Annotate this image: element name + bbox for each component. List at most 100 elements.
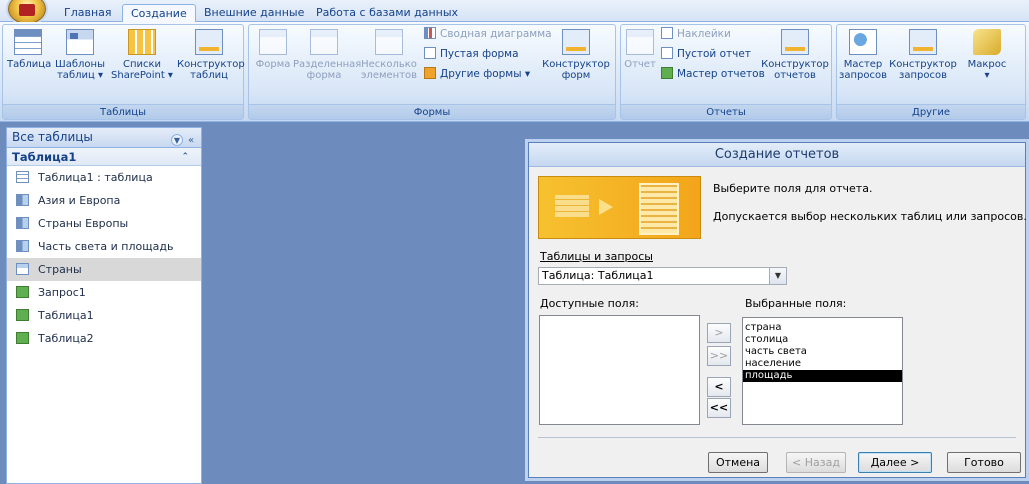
blank-report-icon (661, 47, 673, 59)
group-reports: Отчет Наклейки Пустой отчет Мастер отчет… (620, 24, 832, 120)
selected-fields-list[interactable]: страна столица часть света население пло… (742, 317, 903, 425)
nav-item-asia-europe[interactable]: Азия и Европа (7, 189, 201, 212)
list-item-selected[interactable]: площадь (743, 370, 902, 382)
report-button[interactable]: Отчет (623, 29, 657, 70)
templates-icon (66, 29, 94, 55)
tables-queries-select[interactable]: Таблица: Таблица1 ▼ (538, 267, 787, 285)
multiple-items-button[interactable]: Несколько элементов (357, 29, 421, 81)
list-item[interactable]: столица (743, 334, 902, 346)
table-templates-label-2: таблиц ▾ (56, 70, 103, 81)
wizard-banner-image (538, 176, 701, 239)
nav-item-european-countries[interactable]: Страны Европы (7, 212, 201, 235)
form-design-button[interactable]: Конструктор форм (541, 29, 611, 81)
multiple-items-label: Несколько (361, 59, 417, 70)
split-form-label: Разделенная (293, 59, 362, 70)
nav-item-countries[interactable]: Страны (7, 258, 201, 281)
pivot-chart-icon (424, 27, 436, 39)
blank-form-label: Пустая форма (440, 48, 519, 60)
nav-item-query1[interactable]: Запрос1 (7, 281, 201, 304)
blank-report-button[interactable]: Пустой отчет (661, 45, 751, 63)
blank-form-button[interactable]: Пустая форма (424, 45, 519, 63)
nav-collapse-icon[interactable]: « (185, 135, 197, 147)
nav-item-continent-area[interactable]: Часть света и площадь (7, 235, 201, 258)
form-button[interactable]: Форма (255, 29, 291, 70)
navigation-pane: Все таблицы ▼ « Таблица1 ⌃ Таблица1 : таб… (6, 127, 202, 484)
ribbon-tab-bar: Главная Создание Внешние данные Работа с… (0, 0, 1029, 24)
form-design-label: Конструктор (542, 59, 610, 70)
next-button[interactable]: Далее > (858, 452, 932, 473)
split-form-label-2: форма (306, 70, 342, 81)
labels-label: Наклейки (677, 28, 731, 40)
instruction-text: Выберите поля для отчета. (713, 182, 873, 195)
tab-create[interactable]: Создание (122, 4, 196, 23)
remove-all-fields-button[interactable]: << (707, 398, 731, 418)
form-button-label: Форма (255, 59, 291, 70)
nav-item-label: Таблица1 : таблица (38, 171, 153, 184)
macro-label: Макрос (967, 59, 1007, 70)
office-button[interactable] (8, 0, 46, 24)
sharepoint-lists-button[interactable]: Списки SharePoint ▾ (111, 29, 173, 81)
sharepoint-lists-label-2: SharePoint ▾ (111, 70, 173, 81)
query-design-button[interactable]: Конструктор запросов (889, 29, 957, 81)
table-button[interactable]: Таблица (7, 29, 51, 70)
form-design-icon (562, 29, 590, 55)
tab-external-data[interactable]: Внешние данные (196, 4, 312, 22)
nav-item-label: Таблица1 (38, 309, 94, 322)
nav-item-table2[interactable]: Таблица2 (7, 327, 201, 350)
labels-icon (661, 27, 673, 39)
table-templates-button[interactable]: Шаблоны таблиц ▾ (53, 29, 107, 81)
nav-item-label: Запрос1 (38, 286, 86, 299)
cancel-button[interactable]: Отмена (708, 452, 768, 473)
list-item[interactable]: часть света (743, 346, 902, 358)
report-design-label-2: отчетов (774, 70, 816, 81)
remove-field-button[interactable]: < (707, 377, 731, 397)
nav-item-label: Часть света и площадь (38, 240, 174, 253)
list-item[interactable]: население (743, 358, 902, 370)
query-icon (16, 194, 29, 206)
chevron-down-icon[interactable]: ▼ (769, 268, 786, 284)
nav-item-table1-table[interactable]: Таблица1 : таблица (7, 166, 201, 189)
tab-database-tools[interactable]: Работа с базами данных (308, 4, 466, 22)
group-collapse-icon[interactable]: ⌃ (181, 148, 189, 166)
macro-button[interactable]: Макрос ▾ (959, 29, 1015, 81)
nav-item-table1[interactable]: Таблица1 (7, 304, 201, 327)
list-item[interactable]: страна (743, 322, 902, 334)
nav-item-label: Страны (38, 263, 82, 276)
available-fields-list[interactable] (539, 315, 700, 425)
table-design-label-2: таблиц (190, 70, 228, 81)
group-tables-label: Таблицы (3, 104, 243, 119)
dialog-title: Создание отчетов (529, 143, 1025, 167)
nav-menu-dropdown-icon[interactable]: ▼ (171, 134, 183, 146)
finish-button[interactable]: Готово (947, 452, 1021, 473)
nav-group-header[interactable]: Таблица1 ⌃ (7, 148, 201, 166)
macro-label-2: ▾ (984, 70, 990, 81)
add-all-fields-button[interactable]: >> (707, 346, 731, 366)
split-form-icon (310, 29, 338, 55)
split-form-button[interactable]: Разделенная форма (293, 29, 362, 81)
available-fields-label: Доступные поля: (540, 297, 639, 310)
form-design-label-2: форм (561, 70, 591, 81)
tab-home[interactable]: Главная (56, 4, 120, 22)
report-icon (626, 29, 654, 55)
table-icon (16, 171, 29, 183)
labels-button[interactable]: Наклейки (661, 25, 731, 43)
dialog-separator (538, 437, 1016, 438)
blank-form-icon (424, 47, 436, 59)
nav-pane-header[interactable]: Все таблицы ▼ « (7, 128, 201, 148)
more-forms-button[interactable]: Другие формы ▾ (424, 65, 530, 83)
group-reports-label: Отчеты (621, 104, 831, 119)
report-design-button[interactable]: Конструктор отчетов (761, 29, 829, 81)
banner-arrow-icon (599, 199, 613, 215)
report-wizard-button[interactable]: Мастер отчетов (661, 65, 765, 83)
nav-group-title: Таблица1 (12, 150, 77, 164)
tables-queries-value: Таблица: Таблица1 (542, 269, 654, 282)
query-wizard-button[interactable]: Мастер запросов (839, 29, 887, 81)
group-forms: Форма Разделенная форма Несколько элемен… (248, 24, 616, 120)
back-button[interactable]: < Назад (786, 452, 846, 473)
add-field-button[interactable]: > (707, 323, 731, 343)
report-icon (16, 286, 29, 298)
table-design-button[interactable]: Конструктор таблиц (177, 29, 245, 81)
form-icon (16, 263, 29, 275)
report-wizard-label: Мастер отчетов (677, 68, 765, 80)
pivot-chart-button[interactable]: Сводная диаграмма (424, 25, 552, 43)
